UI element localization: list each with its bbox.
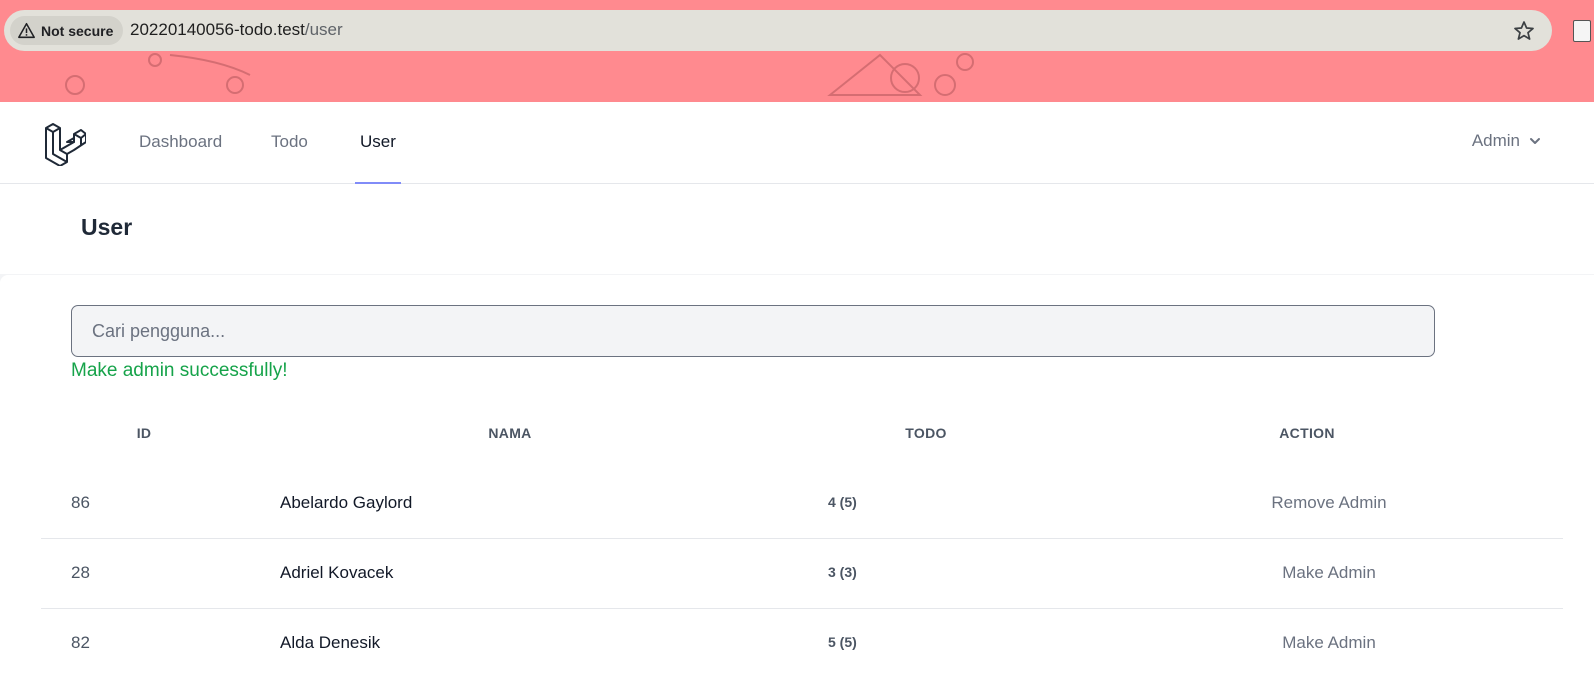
make-admin-button[interactable]: Make Admin [1282, 633, 1376, 653]
cell-todo: 5 (5) [828, 634, 857, 650]
browser-chrome: Not secure 20220140056-todo.test/user [0, 0, 1594, 102]
nav-link-dashboard[interactable]: Dashboard [139, 102, 222, 184]
table-row: 82 Alda Denesik 5 (5) Make Admin [41, 609, 1563, 679]
column-header-action: ACTION [1279, 425, 1335, 441]
user-menu-label: Admin [1471, 131, 1520, 150]
security-label: Not secure [41, 22, 114, 39]
extension-icon[interactable] [1573, 20, 1591, 42]
table-row: 28 Adriel Kovacek 3 (3) Make Admin [41, 539, 1563, 609]
column-header-id: ID [136, 425, 152, 441]
cell-todo: 3 (3) [828, 564, 857, 580]
nav-link-todo[interactable]: Todo [271, 102, 308, 184]
cell-name: Adriel Kovacek [280, 563, 394, 582]
laravel-logo-icon[interactable] [42, 122, 86, 166]
page-header: User [0, 184, 1594, 274]
bookmark-star-icon[interactable] [1512, 19, 1536, 43]
cell-id: 28 [71, 563, 90, 582]
table-row: 86 Abelardo Gaylord 4 (5) Remove Admin [41, 469, 1563, 539]
cell-name: Alda Denesik [280, 633, 381, 652]
url-text[interactable]: 20220140056-todo.test/user [130, 20, 343, 40]
address-bar[interactable]: Not secure 20220140056-todo.test/user [4, 10, 1552, 51]
remove-admin-button[interactable]: Remove Admin [1271, 493, 1386, 513]
user-menu-dropdown[interactable]: Admin [1472, 131, 1542, 151]
nav-link-user[interactable]: User [355, 102, 401, 184]
content-card: Make admin successfully! ID NAMA TODO AC… [0, 275, 1594, 684]
cell-id: 82 [71, 633, 90, 652]
cell-todo: 4 (5) [828, 494, 857, 510]
navbar: Dashboard Todo User Admin [0, 102, 1594, 184]
table-header: ID NAMA TODO ACTION [41, 425, 1563, 455]
url-path: /user [304, 20, 343, 39]
cell-id: 86 [71, 493, 90, 512]
column-header-todo: TODO [905, 425, 947, 441]
page-title: User [81, 214, 133, 240]
search-input[interactable] [71, 305, 1435, 357]
warning-icon [18, 22, 35, 39]
security-badge[interactable]: Not secure [10, 16, 124, 45]
chevron-down-icon [1530, 138, 1540, 144]
cell-name: Abelardo Gaylord [280, 493, 413, 512]
column-header-nama: NAMA [488, 425, 532, 441]
url-host: 20220140056-todo.test [130, 20, 305, 39]
make-admin-button[interactable]: Make Admin [1282, 563, 1376, 583]
flash-message: Make admin successfully! [71, 360, 288, 381]
